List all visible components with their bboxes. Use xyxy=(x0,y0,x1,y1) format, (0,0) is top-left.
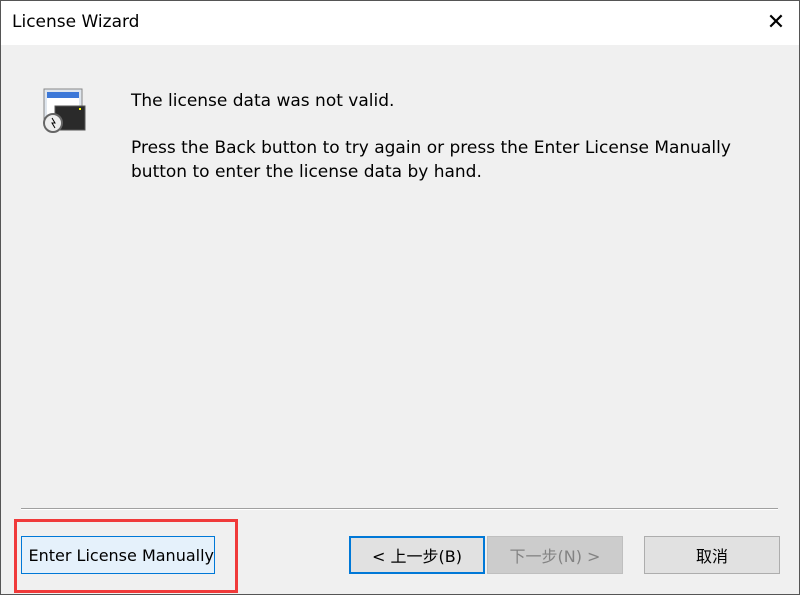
back-button[interactable]: < 上一步(B) xyxy=(349,536,485,574)
enter-license-manually-label: Enter License Manually xyxy=(28,545,215,565)
close-icon[interactable]: ✕ xyxy=(753,1,799,45)
error-message: The license data was not valid. xyxy=(131,91,395,111)
instruction-line-1: Press the Back button to try again or pr… xyxy=(131,138,731,158)
license-wizard-dialog: License Wizard ✕ The license data was no… xyxy=(0,0,800,595)
window-title: License Wizard xyxy=(12,12,140,32)
next-button: 下一步(N) > xyxy=(487,536,623,574)
cancel-button[interactable]: 取消 xyxy=(644,536,780,574)
title-bar: License Wizard ✕ xyxy=(1,1,799,45)
license-lock-icon xyxy=(43,88,86,133)
instruction-line-2: button to enter the license data by hand… xyxy=(131,162,482,182)
enter-license-manually-button[interactable]: Enter License Manually xyxy=(21,536,215,574)
divider xyxy=(21,508,778,510)
